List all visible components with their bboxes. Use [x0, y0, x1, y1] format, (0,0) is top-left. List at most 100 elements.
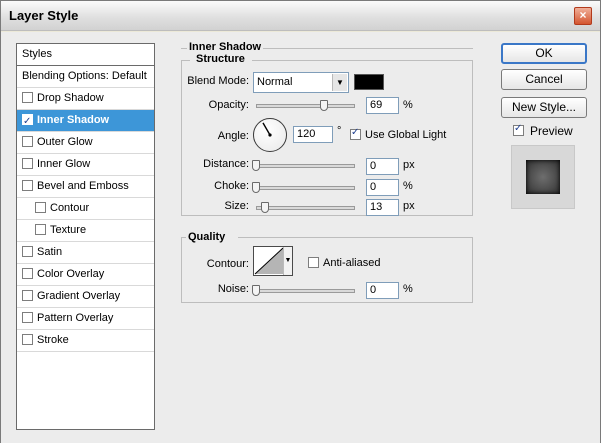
styles-item-label: Bevel and Emboss	[37, 180, 129, 192]
distance-slider-thumb[interactable]	[252, 160, 260, 171]
quality-line-right	[238, 237, 472, 238]
angle-label: Angle:	[217, 130, 249, 142]
outer-glow-checkbox[interactable]	[22, 136, 33, 147]
noise-slider-track[interactable]	[256, 289, 355, 293]
styles-item-label: Satin	[37, 246, 63, 258]
opacity-unit: %	[403, 99, 413, 111]
size-unit: px	[403, 200, 415, 212]
styles-item-stroke[interactable]: Stroke	[17, 330, 154, 352]
chevron-down-icon[interactable]: ▼	[332, 74, 347, 91]
opacity-input[interactable]: 69	[366, 97, 399, 114]
size-label: Size:	[224, 200, 249, 212]
use-global-light-box[interactable]	[350, 127, 361, 140]
choke-slider-thumb[interactable]	[252, 182, 260, 193]
heading-line-right	[263, 48, 473, 49]
opacity-label: Opacity:	[208, 99, 249, 111]
noise-input[interactable]: 0	[366, 282, 399, 299]
opacity-slider-track[interactable]	[256, 104, 355, 108]
drop-shadow-checkbox[interactable]	[22, 92, 33, 103]
color-overlay-checkbox[interactable]	[22, 268, 33, 279]
cancel-button[interactable]: Cancel	[501, 69, 587, 90]
distance-slider-track[interactable]	[256, 164, 355, 168]
styles-item-texture[interactable]: Texture	[17, 220, 154, 242]
styles-item-outer-glow[interactable]: Outer Glow	[17, 132, 154, 154]
stroke-checkbox[interactable]	[22, 334, 33, 345]
styles-item-satin[interactable]: Satin	[17, 242, 154, 264]
styles-item-contour[interactable]: Contour	[17, 198, 154, 220]
styles-item-drop-shadow[interactable]: Drop Shadow	[17, 88, 154, 110]
styles-item-pattern-overlay[interactable]: Pattern Overlay	[17, 308, 154, 330]
style-preview	[511, 145, 575, 209]
styles-item-label: Outer Glow	[37, 136, 93, 148]
styles-item-label: Gradient Overlay	[37, 290, 121, 302]
styles-item-gradient-overlay[interactable]: Gradient Overlay	[17, 286, 154, 308]
styles-list: Styles Blending Options: Default Drop Sha…	[16, 43, 155, 430]
close-button[interactable]: ×	[574, 7, 592, 25]
ok-button[interactable]: OK	[501, 43, 587, 64]
styles-item-blending-options-default[interactable]: Blending Options: Default	[17, 66, 154, 88]
bevel-and-emboss-checkbox[interactable]	[22, 180, 33, 191]
distance-input[interactable]: 0	[366, 158, 399, 175]
styles-item-label: Inner Shadow	[37, 114, 110, 126]
styles-item-color-overlay[interactable]: Color Overlay	[17, 264, 154, 286]
dialog-title: Layer Style	[9, 8, 79, 23]
styles-item-label: Contour	[50, 202, 90, 214]
styles-item-label: Pattern Overlay	[37, 312, 114, 324]
use-global-light-checkbox[interactable]	[350, 127, 365, 141]
preview-swatch	[526, 160, 560, 194]
styles-item-inner-glow[interactable]: Inner Glow	[17, 154, 154, 176]
styles-item-label: Color Overlay	[37, 268, 105, 280]
structure-line-right	[252, 60, 472, 61]
heading-line-left	[181, 48, 187, 49]
anti-aliased-label: Anti-aliased	[323, 257, 381, 269]
size-slider-track[interactable]	[256, 206, 355, 210]
structure-line-left	[182, 60, 190, 61]
layer-style-dialog: Layer Style × Styles Blending Options: D…	[0, 0, 601, 443]
inner-glow-checkbox[interactable]	[22, 158, 33, 169]
styles-list-header[interactable]: Styles	[17, 44, 154, 66]
title-bar[interactable]: Layer Style ×	[1, 1, 600, 31]
size-slider-thumb[interactable]	[261, 202, 269, 213]
contour-checkbox[interactable]	[35, 202, 46, 213]
dialog-body: Styles Blending Options: Default Drop Sha…	[1, 32, 600, 443]
noise-slider-thumb[interactable]	[252, 285, 260, 296]
anti-aliased-box[interactable]	[308, 257, 319, 268]
contour-curve-icon	[254, 247, 284, 275]
distance-label: Distance:	[203, 158, 249, 170]
pattern-overlay-checkbox[interactable]	[22, 312, 33, 323]
anti-aliased-checkbox[interactable]	[308, 257, 323, 269]
preview-box-check[interactable]	[513, 123, 524, 136]
angle-dial-needle	[262, 122, 272, 137]
contour-picker[interactable]: ▼	[253, 246, 293, 276]
styles-item-label: Blending Options: Default	[22, 70, 147, 82]
gradient-overlay-checkbox[interactable]	[22, 290, 33, 301]
use-global-light-label: Use Global Light	[365, 129, 447, 141]
texture-checkbox[interactable]	[35, 224, 46, 235]
size-input[interactable]: 13	[366, 199, 399, 216]
blend-mode-select[interactable]: Normal ▼	[253, 72, 349, 93]
blend-mode-label: Blend Mode:	[187, 75, 249, 87]
chevron-down-icon[interactable]: ▼	[283, 247, 292, 275]
close-icon: ×	[579, 8, 587, 22]
styles-item-label: Stroke	[37, 334, 69, 346]
noise-label: Noise:	[217, 283, 249, 295]
contour-label: Contour:	[206, 258, 249, 270]
satin-checkbox[interactable]	[22, 246, 33, 257]
styles-item-inner-shadow[interactable]: Inner Shadow	[17, 110, 154, 132]
choke-input[interactable]: 0	[366, 179, 399, 196]
preview-checkbox[interactable]	[513, 123, 528, 137]
new-style-button[interactable]: New Style...	[501, 97, 587, 118]
preview-label: Preview	[530, 124, 573, 138]
angle-input[interactable]: 120	[293, 126, 333, 143]
shadow-color-swatch[interactable]	[354, 74, 384, 90]
styles-item-bevel-and-emboss[interactable]: Bevel and Emboss	[17, 176, 154, 198]
opacity-slider-thumb[interactable]	[320, 100, 329, 111]
noise-unit: %	[403, 283, 413, 295]
structure-heading: Structure	[194, 53, 247, 65]
choke-label: Choke:	[214, 180, 249, 192]
choke-slider-track[interactable]	[256, 186, 355, 190]
inner-shadow-heading: Inner Shadow	[187, 41, 264, 53]
angle-dial[interactable]	[253, 118, 287, 152]
quality-heading: Quality	[186, 231, 228, 243]
inner-shadow-checkbox[interactable]	[22, 112, 33, 132]
